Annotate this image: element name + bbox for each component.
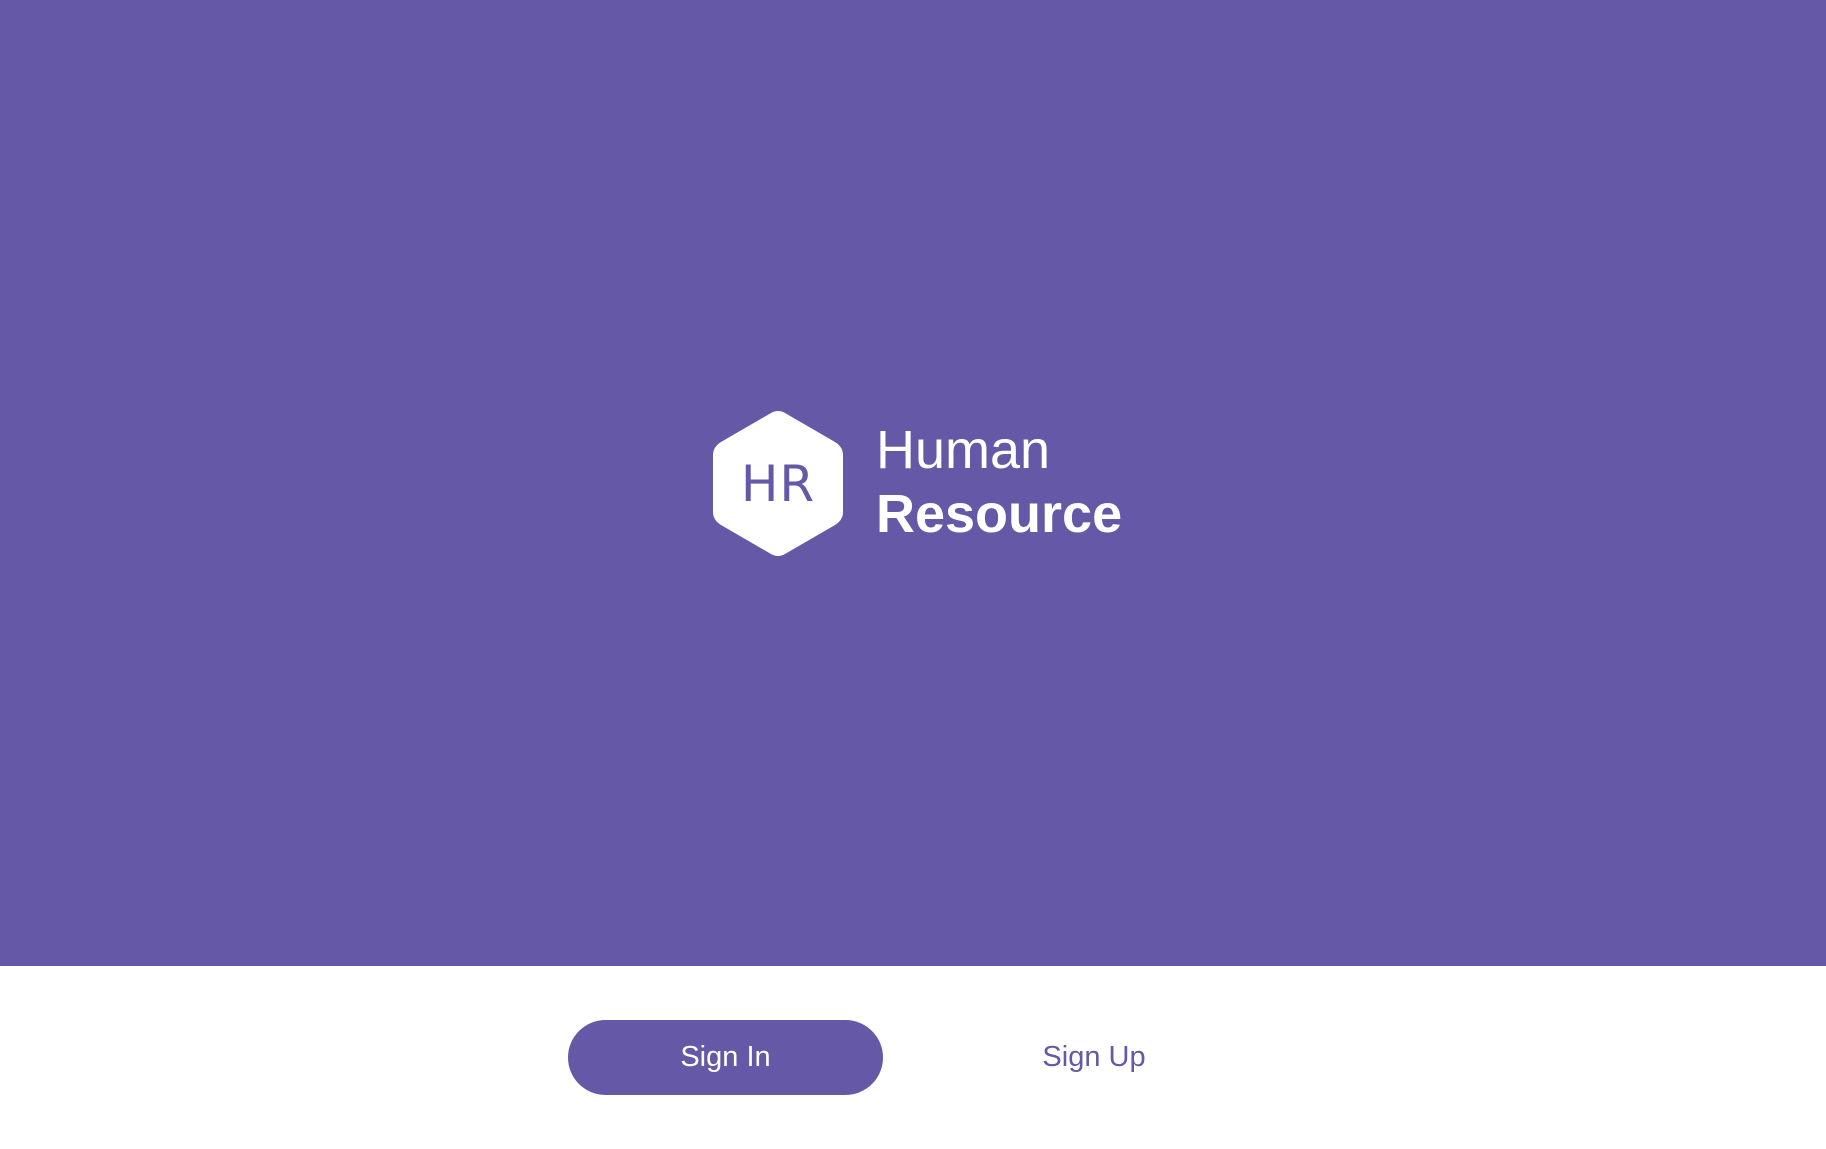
sign-up-button[interactable]: Sign Up — [994, 1020, 1194, 1095]
brand-title-line1: Human — [876, 420, 1051, 480]
logo-text: HR — [740, 454, 816, 513]
hr-logo: HR — [713, 410, 843, 557]
hero-banner: HR Human Resource — [0, 0, 1826, 966]
sign-in-button[interactable]: Sign In — [568, 1020, 883, 1095]
brand-title-line2: Resource — [876, 484, 1123, 544]
